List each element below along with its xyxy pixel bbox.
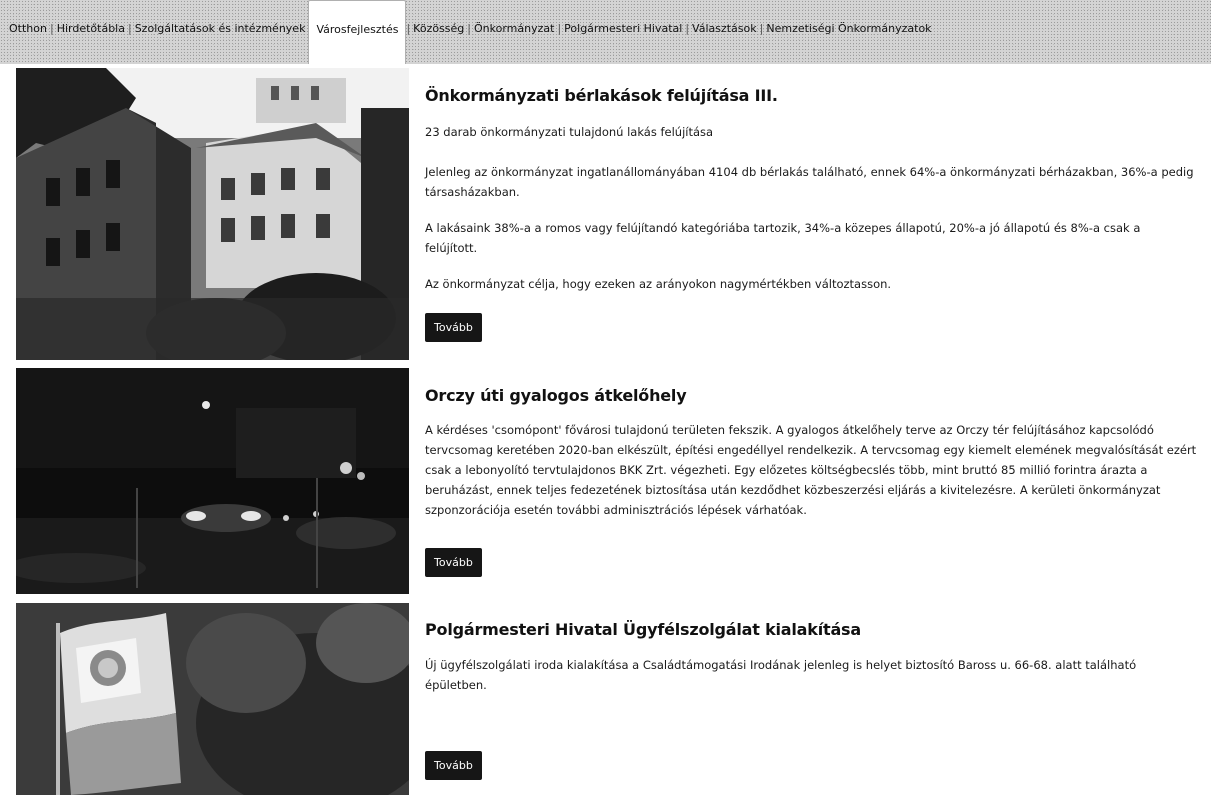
article-card: Orczy úti gyalogos átkelőhely A kérdéses… — [16, 368, 1211, 594]
more-button[interactable]: Tovább — [425, 548, 482, 577]
article-paragraph: Az önkormányzat célja, hogy ezeken az ar… — [425, 277, 892, 291]
main-navigation: Otthon | Hirdetőtábla | Szolgáltatások é… — [0, 0, 1211, 64]
nav-item-varosfejlesztes[interactable]: Városfejlesztés — [308, 0, 407, 64]
article-title[interactable]: Polgármesteri Hivatal Ügyfélszolgálat ki… — [425, 620, 861, 639]
article-card: Polgármesteri Hivatal Ügyfélszolgálat ki… — [16, 603, 1211, 795]
article-paragraph: A kérdéses 'csomópont' fővárosi tulajdon… — [425, 423, 1197, 517]
article-image-office[interactable] — [16, 603, 409, 795]
article-title[interactable]: Önkormányzati bérlakások felújítása III. — [425, 86, 778, 105]
nav-item-nemzetisegi[interactable]: Nemzetiségi Önkormányzatok — [763, 0, 934, 58]
nav-item-onkormanyzat[interactable]: Önkormányzat — [471, 0, 557, 58]
more-button[interactable]: Tovább — [425, 313, 482, 342]
article-card: Önkormányzati bérlakások felújítása III.… — [16, 68, 1211, 360]
article-paragraph: Új ügyfélszolgálati iroda kialakítása a … — [425, 658, 1137, 692]
nav-item-polgarmesteri-hivatal[interactable]: Polgármesteri Hivatal — [561, 0, 685, 58]
nav-item-otthon[interactable]: Otthon — [6, 0, 50, 58]
article-paragraph: Jelenleg az önkormányzat ingatlanállomán… — [425, 165, 1194, 199]
nav-item-valasztasok[interactable]: Választások — [689, 0, 760, 58]
article-image-housing[interactable] — [16, 68, 409, 360]
article-paragraph: A lakásaink 38%-a a romos vagy felújítan… — [425, 221, 1141, 255]
nav-menu: Otthon | Hirdetőtábla | Szolgáltatások é… — [6, 0, 935, 64]
nav-item-kozosseg[interactable]: Közösség — [410, 0, 467, 58]
article-image-crossing[interactable] — [16, 368, 409, 594]
nav-item-szolgaltatasok[interactable]: Szolgáltatások és intézmények — [132, 0, 309, 58]
article-title[interactable]: Orczy úti gyalogos átkelőhely — [425, 386, 687, 405]
article-subtitle: 23 darab önkormányzati tulajdonú lakás f… — [425, 125, 714, 139]
nav-item-hirdetotabla[interactable]: Hirdetőtábla — [54, 0, 128, 58]
more-button[interactable]: Tovább — [425, 751, 482, 780]
